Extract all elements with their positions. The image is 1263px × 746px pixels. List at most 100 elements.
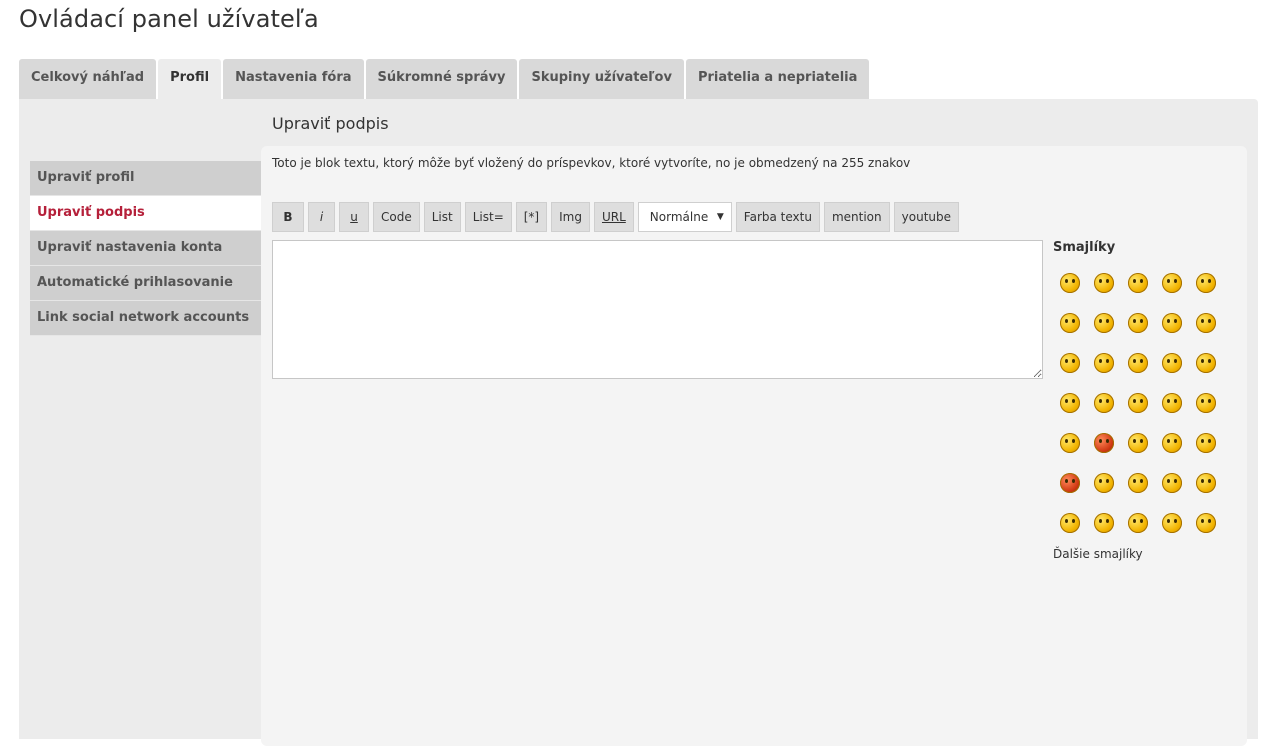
- smiley-icon[interactable]: [1191, 308, 1221, 338]
- smiley-icon[interactable]: [1089, 268, 1119, 298]
- page-title: Ovládací panel užívateľa: [19, 5, 319, 33]
- smiley-face-icon: [1162, 433, 1182, 453]
- smiley-face-icon: [1060, 473, 1080, 493]
- smiley-icon[interactable]: [1191, 388, 1221, 418]
- url-button[interactable]: URL: [593, 202, 634, 232]
- smiley-icon[interactable]: [1191, 428, 1221, 458]
- smiley-face-icon: [1162, 473, 1182, 493]
- smiley-face-icon: [1128, 393, 1148, 413]
- bold-button[interactable]: B: [272, 202, 304, 232]
- smiley-icon[interactable]: [1123, 388, 1153, 418]
- smiley-face-icon: [1162, 273, 1182, 293]
- smiley-icon[interactable]: [1123, 308, 1153, 338]
- font-size-select[interactable]: Normálne ▼: [637, 202, 732, 232]
- smiley-icon[interactable]: [1191, 348, 1221, 378]
- smiley-face-icon: [1060, 273, 1080, 293]
- smiley-face-icon: [1060, 353, 1080, 373]
- smiley-icon[interactable]: [1191, 508, 1221, 538]
- tab-profile[interactable]: Profil: [158, 59, 222, 100]
- smiley-icon[interactable]: [1123, 428, 1153, 458]
- smiley-icon[interactable]: [1089, 388, 1119, 418]
- smiley-icon[interactable]: [1089, 468, 1119, 498]
- smiley-icon[interactable]: [1157, 508, 1187, 538]
- smiley-icon[interactable]: [1055, 268, 1085, 298]
- smiley-face-icon: [1196, 473, 1216, 493]
- smiley-icon[interactable]: [1123, 268, 1153, 298]
- tab-user-groups[interactable]: Skupiny užívateľov: [519, 59, 684, 99]
- signature-panel: Toto je blok textu, ktorý môže byť vlože…: [261, 146, 1247, 746]
- italic-button[interactable]: i: [308, 202, 335, 232]
- smiley-face-icon: [1060, 313, 1080, 333]
- smiley-face-icon: [1128, 433, 1148, 453]
- sidebar-item-edit-profile[interactable]: Upraviť profil: [30, 161, 261, 196]
- smiley-icon[interactable]: [1123, 508, 1153, 538]
- signature-textarea[interactable]: [272, 240, 1043, 379]
- smiley-icon[interactable]: [1055, 428, 1085, 458]
- smiley-icon[interactable]: [1089, 348, 1119, 378]
- smiley-icon[interactable]: [1157, 308, 1187, 338]
- smiley-icon[interactable]: [1055, 388, 1085, 418]
- control-panel: Upraviť profil Upraviť podpis Upraviť na…: [19, 99, 1258, 746]
- smiley-icon[interactable]: [1157, 348, 1187, 378]
- underline-button[interactable]: u: [339, 202, 369, 232]
- smiley-face-icon: [1162, 513, 1182, 533]
- mention-button[interactable]: mention: [823, 202, 890, 232]
- smiley-face-icon: [1196, 273, 1216, 293]
- smiley-icon[interactable]: [1191, 468, 1221, 498]
- smiley-icon[interactable]: [1123, 468, 1153, 498]
- smilies-box: Smajlíky Ďalšie smajlíky: [1053, 240, 1243, 561]
- smiley-icon[interactable]: [1157, 388, 1187, 418]
- img-button[interactable]: Img: [551, 202, 590, 232]
- smiley-face-icon: [1128, 473, 1148, 493]
- smiley-icon[interactable]: [1123, 348, 1153, 378]
- sidebar-item-autologin[interactable]: Automatické prihlasovanie: [30, 266, 261, 301]
- smiley-face-icon: [1094, 273, 1114, 293]
- smiley-face-icon: [1196, 313, 1216, 333]
- smiley-icon[interactable]: [1089, 508, 1119, 538]
- bbcode-toolbar: B i u Code List List= [*] Img URL Normál…: [272, 202, 959, 232]
- list-item-button[interactable]: [*]: [515, 202, 548, 232]
- smiley-face-icon: [1094, 473, 1114, 493]
- smilies-title: Smajlíky: [1053, 240, 1116, 255]
- smiley-face-icon: [1162, 393, 1182, 413]
- smiley-face-icon: [1094, 513, 1114, 533]
- smiley-icon[interactable]: [1157, 428, 1187, 458]
- font-size-value: Normálne: [649, 210, 709, 224]
- tab-private-messages[interactable]: Súkromné správy: [365, 59, 518, 99]
- more-smilies-link[interactable]: Ďalšie smajlíky: [1053, 547, 1243, 561]
- smiley-icon[interactable]: [1055, 308, 1085, 338]
- code-button[interactable]: Code: [373, 202, 420, 232]
- sidebar-item-social-accounts[interactable]: Link social network accounts: [30, 301, 261, 336]
- smiley-icon[interactable]: [1157, 268, 1187, 298]
- smiley-face-icon: [1162, 353, 1182, 373]
- smiley-icon[interactable]: [1157, 468, 1187, 498]
- smiley-face-icon: [1094, 353, 1114, 373]
- smiley-icon[interactable]: [1055, 468, 1085, 498]
- smiley-icon[interactable]: [1089, 308, 1119, 338]
- smiley-face-icon: [1196, 393, 1216, 413]
- smiley-face-icon: [1060, 513, 1080, 533]
- tab-bar: Celkový náhľad Profil Nastavenia fóra Sú…: [19, 59, 870, 100]
- smiley-face-icon: [1128, 313, 1148, 333]
- smiley-icon[interactable]: [1089, 428, 1119, 458]
- ordered-list-button[interactable]: List=: [464, 202, 512, 232]
- sidebar-item-account-settings[interactable]: Upraviť nastavenia konta: [30, 231, 261, 266]
- smiley-face-icon: [1094, 393, 1114, 413]
- smiley-face-icon: [1094, 433, 1114, 453]
- smiley-face-icon: [1128, 273, 1148, 293]
- list-button[interactable]: List: [423, 202, 461, 232]
- smiley-icon[interactable]: [1191, 268, 1221, 298]
- smiley-face-icon: [1060, 433, 1080, 453]
- smiley-face-icon: [1196, 353, 1216, 373]
- sidebar-menu: Upraviť profil Upraviť podpis Upraviť na…: [30, 161, 261, 336]
- smiley-face-icon: [1128, 353, 1148, 373]
- tab-overview[interactable]: Celkový náhľad: [19, 59, 157, 99]
- smiley-face-icon: [1196, 513, 1216, 533]
- sidebar-item-edit-signature[interactable]: Upraviť podpis: [30, 196, 261, 231]
- tab-forum-settings[interactable]: Nastavenia fóra: [223, 59, 364, 99]
- smiley-icon[interactable]: [1055, 348, 1085, 378]
- youtube-button[interactable]: youtube: [893, 202, 959, 232]
- smiley-icon[interactable]: [1055, 508, 1085, 538]
- tab-friends-foes[interactable]: Priatelia a nepriatelia: [685, 59, 870, 99]
- text-color-button[interactable]: Farba textu: [735, 202, 820, 232]
